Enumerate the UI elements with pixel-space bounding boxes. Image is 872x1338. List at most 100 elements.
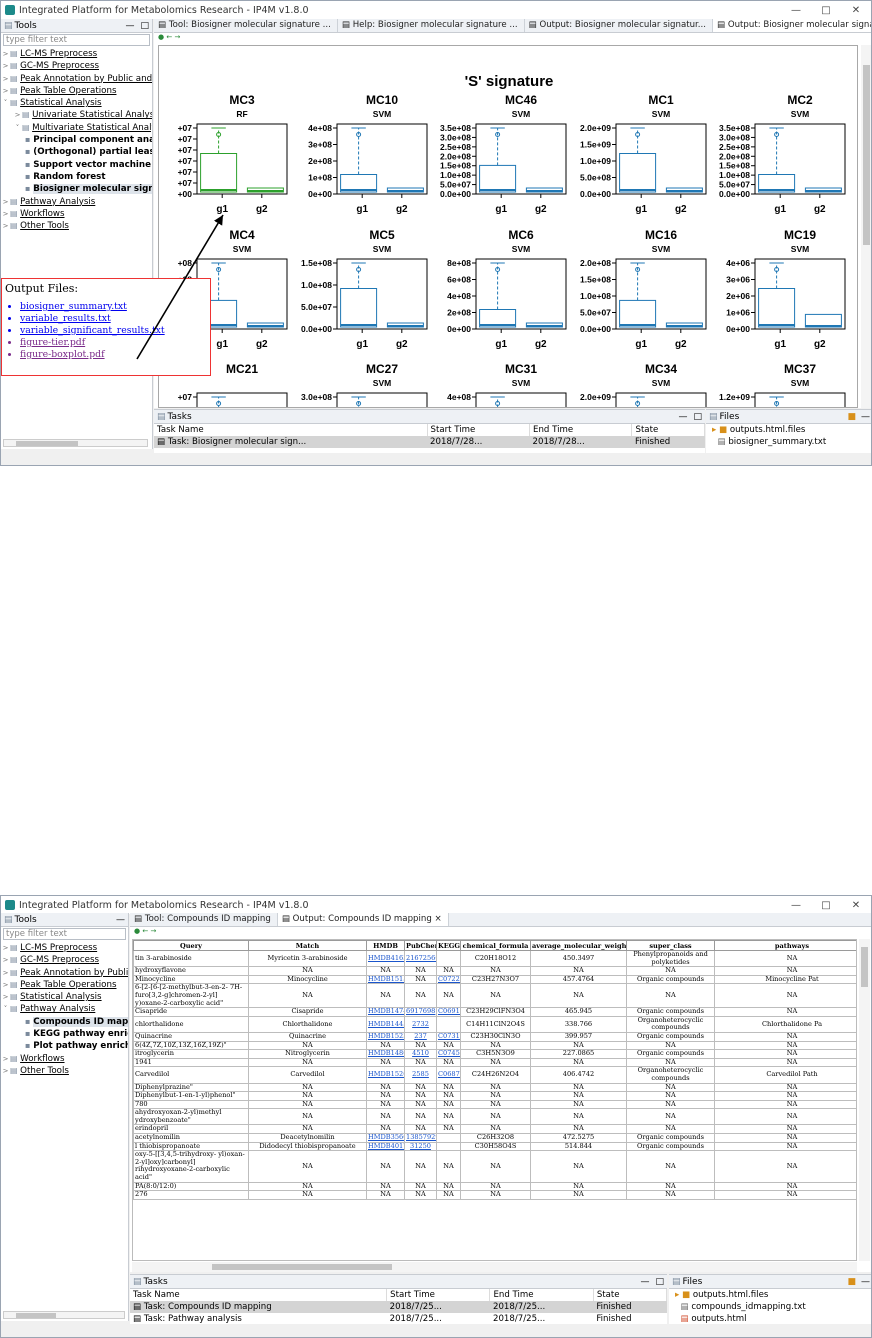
tree-item[interactable]: ▪ Random forest — [1, 171, 152, 183]
tree-item[interactable]: ˅▤ Multivariate Statistical Analysis — [1, 122, 152, 134]
table-link[interactable]: C07319 — [436, 1031, 461, 1042]
editor-tab[interactable]: ▤ Tool: Compounds ID mapping — [130, 913, 278, 926]
editor-tab[interactable]: ▤ Output: Biosigner molecular signatur..… — [525, 19, 713, 32]
collapsed-icon[interactable]: > — [1, 73, 10, 85]
output-file-link[interactable]: variable_results.txt — [20, 313, 210, 325]
tree-item[interactable]: ▪ Compounds ID mapping — [1, 1016, 128, 1028]
table-link[interactable]: 4510 — [404, 1049, 437, 1059]
collapsed-icon[interactable]: > — [1, 196, 10, 208]
tree-item[interactable]: ▪ Biosigner molecular signatu — [1, 183, 152, 195]
tree-item[interactable]: ▪ Principal component analy — [1, 134, 152, 146]
tree-item[interactable]: ▪ Support vector machine — [1, 159, 152, 171]
column-header[interactable]: Start Time — [427, 424, 531, 436]
file-item[interactable]: ▤ compounds_idmapping.txt — [675, 1301, 871, 1313]
collapsed-icon[interactable]: > — [1, 220, 10, 232]
collapsed-icon[interactable]: > — [1, 1053, 10, 1065]
tree-item[interactable]: > ▤ LC-MS Preprocess — [1, 942, 128, 954]
collapsed-icon[interactable]: > — [1, 85, 10, 97]
expanded-icon[interactable]: ˅ — [1, 1003, 10, 1015]
back-icon[interactable]: ← — [142, 927, 148, 935]
table-link[interactable]: 237 — [404, 1031, 437, 1042]
maximize-icon[interactable]: □ — [811, 5, 841, 16]
column-header[interactable]: Task Name — [130, 1289, 388, 1301]
file-item[interactable]: ▤ biosigner_summary.txt — [712, 436, 871, 448]
collapsed-icon[interactable]: > — [1, 1065, 10, 1077]
table-link[interactable]: 21672566 — [404, 949, 437, 968]
refresh-icon[interactable]: ● — [158, 33, 164, 41]
table-link[interactable]: 2732 — [404, 1015, 437, 1033]
back-icon[interactable]: ← — [166, 33, 172, 41]
collapsed-icon[interactable]: > — [1, 991, 10, 1003]
tree-item[interactable]: > ▤ Other Tools — [1, 1065, 128, 1077]
folder-icon[interactable]: ■ — [845, 412, 858, 422]
tree-item[interactable]: > ▤ Pathway Analysis — [1, 196, 152, 208]
column-header[interactable]: End Time — [489, 1289, 594, 1301]
vertical-scrollbar[interactable] — [859, 939, 870, 1261]
tree-item[interactable]: > ▤ Other Tools — [1, 220, 152, 232]
table-link[interactable]: HMDB14742 — [366, 1007, 405, 1017]
horizontal-scrollbar[interactable] — [132, 1262, 857, 1272]
table-link[interactable]: HMDB40172 — [366, 1141, 405, 1152]
output-file-link[interactable]: variable_significant_results.txt — [20, 325, 210, 337]
table-link[interactable]: HMDB14865 — [366, 1049, 405, 1059]
tree-item[interactable]: > ▤ Univariate Statistical Analysis — [1, 109, 152, 121]
tree-item[interactable]: > ▤ Workflows — [1, 208, 152, 220]
table-link[interactable]: 6917698 — [404, 1007, 437, 1017]
view-maximize-icon[interactable]: □ — [652, 1277, 667, 1287]
view-minimize-icon[interactable]: — — [858, 412, 871, 422]
task-row[interactable]: ▤ Task: Pathway analysis 2018/7/25... 2018… — [130, 1313, 667, 1325]
file-item[interactable]: ▸ ■ outputs.html.files — [675, 1289, 871, 1301]
column-header[interactable]: State — [631, 424, 705, 436]
tab-close-icon[interactable]: × — [432, 914, 442, 924]
minimize-icon[interactable]: — — [781, 5, 811, 16]
collapsed-icon[interactable]: > — [1, 967, 10, 979]
tree-item[interactable]: > ▤ Peak Annotation by Public and C — [1, 73, 152, 85]
view-minimize-icon[interactable]: — — [113, 915, 128, 925]
tree-item[interactable]: > ▤ Peak Table Operations — [1, 85, 152, 97]
view-maximize-icon[interactable]: □ — [137, 21, 152, 31]
tree-item[interactable]: > ▤ LC-MS Preprocess — [1, 48, 152, 60]
tree-item[interactable]: ▪ KEGG pathway enrichme — [1, 1028, 128, 1040]
collapsed-icon[interactable]: > — [1, 979, 10, 991]
file-item[interactable]: ▤ outputs.html — [675, 1313, 871, 1325]
output-file-link[interactable]: figure-boxplot.pdf — [20, 349, 210, 361]
editor-tab[interactable]: ▤ Output: Compounds ID mapping × — [277, 913, 449, 926]
vertical-scrollbar[interactable] — [861, 45, 871, 408]
task-row[interactable]: ▤ Task: Compounds ID mapping 2018/7/25...… — [130, 1301, 667, 1313]
forward-icon[interactable]: → — [174, 33, 180, 41]
view-minimize-icon[interactable]: — — [858, 1277, 871, 1287]
table-link[interactable]: HMDB14455 — [366, 1015, 405, 1033]
editor-tab[interactable]: ▤ Output: Biosigner molecular signatur..… — [712, 19, 871, 32]
expanded-icon[interactable]: ˅ — [13, 122, 22, 134]
tree-item[interactable]: > ▤ GC-MS Preprocess — [1, 60, 152, 72]
collapsed-icon[interactable]: > — [1, 954, 10, 966]
table-link[interactable]: C06875 — [436, 1066, 461, 1084]
filter-input[interactable]: type filter text — [3, 928, 126, 940]
tree-item[interactable]: ˅ ▤ Statistical Analysis — [1, 97, 152, 109]
tree-item[interactable]: > ▤ Workflows — [1, 1053, 128, 1065]
view-maximize-icon[interactable]: □ — [690, 412, 705, 422]
expanded-icon[interactable]: ˅ — [1, 97, 10, 109]
tree-item[interactable]: > ▤ Statistical Analysis — [1, 991, 128, 1003]
table-link[interactable]: 31250 — [404, 1141, 437, 1152]
table-link[interactable]: HMDB15267 — [366, 1066, 405, 1084]
refresh-icon[interactable]: ● — [134, 927, 140, 935]
file-item[interactable]: ▸ ■ outputs.html.files — [712, 424, 871, 436]
editor-tab[interactable]: ▤ Tool: Biosigner molecular signature ..… — [154, 19, 338, 32]
view-minimize-icon[interactable]: — — [675, 412, 690, 422]
tree-item[interactable]: >▤ Peak Annotation by Public a — [1, 967, 128, 979]
tree-item[interactable]: > ▤ Peak Table Operations — [1, 979, 128, 991]
column-header[interactable]: End Time — [529, 424, 633, 436]
column-header[interactable]: Task Name — [154, 424, 428, 436]
filter-input[interactable]: type filter text — [3, 34, 150, 46]
horizontal-scrollbar[interactable] — [3, 1311, 125, 1319]
collapsed-icon[interactable]: > — [1, 60, 10, 72]
folder-icon[interactable]: ■ — [845, 1277, 858, 1287]
forward-icon[interactable]: → — [150, 927, 156, 935]
column-header[interactable]: State — [593, 1289, 668, 1301]
task-row[interactable]: ▤ Task: Biosigner molecular sign... 2018/… — [154, 436, 705, 448]
output-file-link[interactable]: biosigner_summary.txt — [20, 301, 210, 313]
tree-item[interactable]: ▪ (Orthogonal) partial least sc — [1, 146, 152, 158]
close-icon[interactable]: ✕ — [841, 900, 871, 911]
table-link[interactable]: 13857929 — [404, 1133, 437, 1143]
